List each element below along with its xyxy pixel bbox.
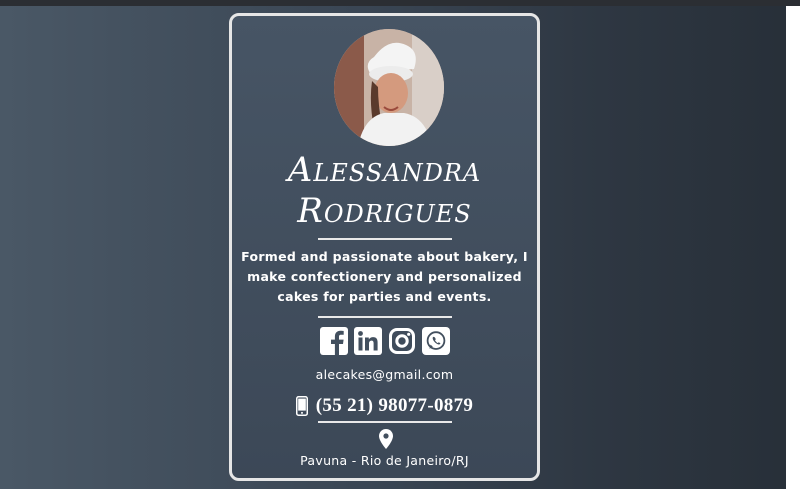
email-link[interactable]: alecakes@gmail.com: [232, 367, 537, 382]
name-last: Rodrigues: [297, 191, 472, 231]
avatar: [334, 29, 444, 146]
social-links: [232, 327, 537, 355]
location-pin-icon: [379, 429, 393, 449]
phone-number: (55 21) 98077-0879: [315, 395, 474, 416]
facebook-icon[interactable]: [319, 327, 348, 355]
phone-row[interactable]: (55 21) 98077-0879: [232, 395, 537, 417]
page-edge-strip: [786, 6, 800, 489]
chef-portrait-image: [334, 29, 444, 146]
divider-under-phone: [317, 421, 452, 423]
name-first: Alessandra: [287, 150, 482, 190]
linkedin-icon[interactable]: [353, 327, 382, 355]
whatsapp-icon[interactable]: [421, 327, 450, 355]
divider-under-bio: [317, 316, 452, 318]
browser-top-bar: [0, 0, 800, 6]
divider-under-name: [317, 238, 452, 240]
location-text: Pavuna - Rio de Janeiro/RJ: [300, 453, 469, 468]
bio-text: Formed and passionate about bakery, I ma…: [241, 249, 528, 304]
mobile-phone-icon: [295, 396, 308, 416]
instagram-icon[interactable]: [388, 327, 416, 355]
profile-card: Alessandra Rodrigues Formed and passiona…: [229, 13, 540, 481]
